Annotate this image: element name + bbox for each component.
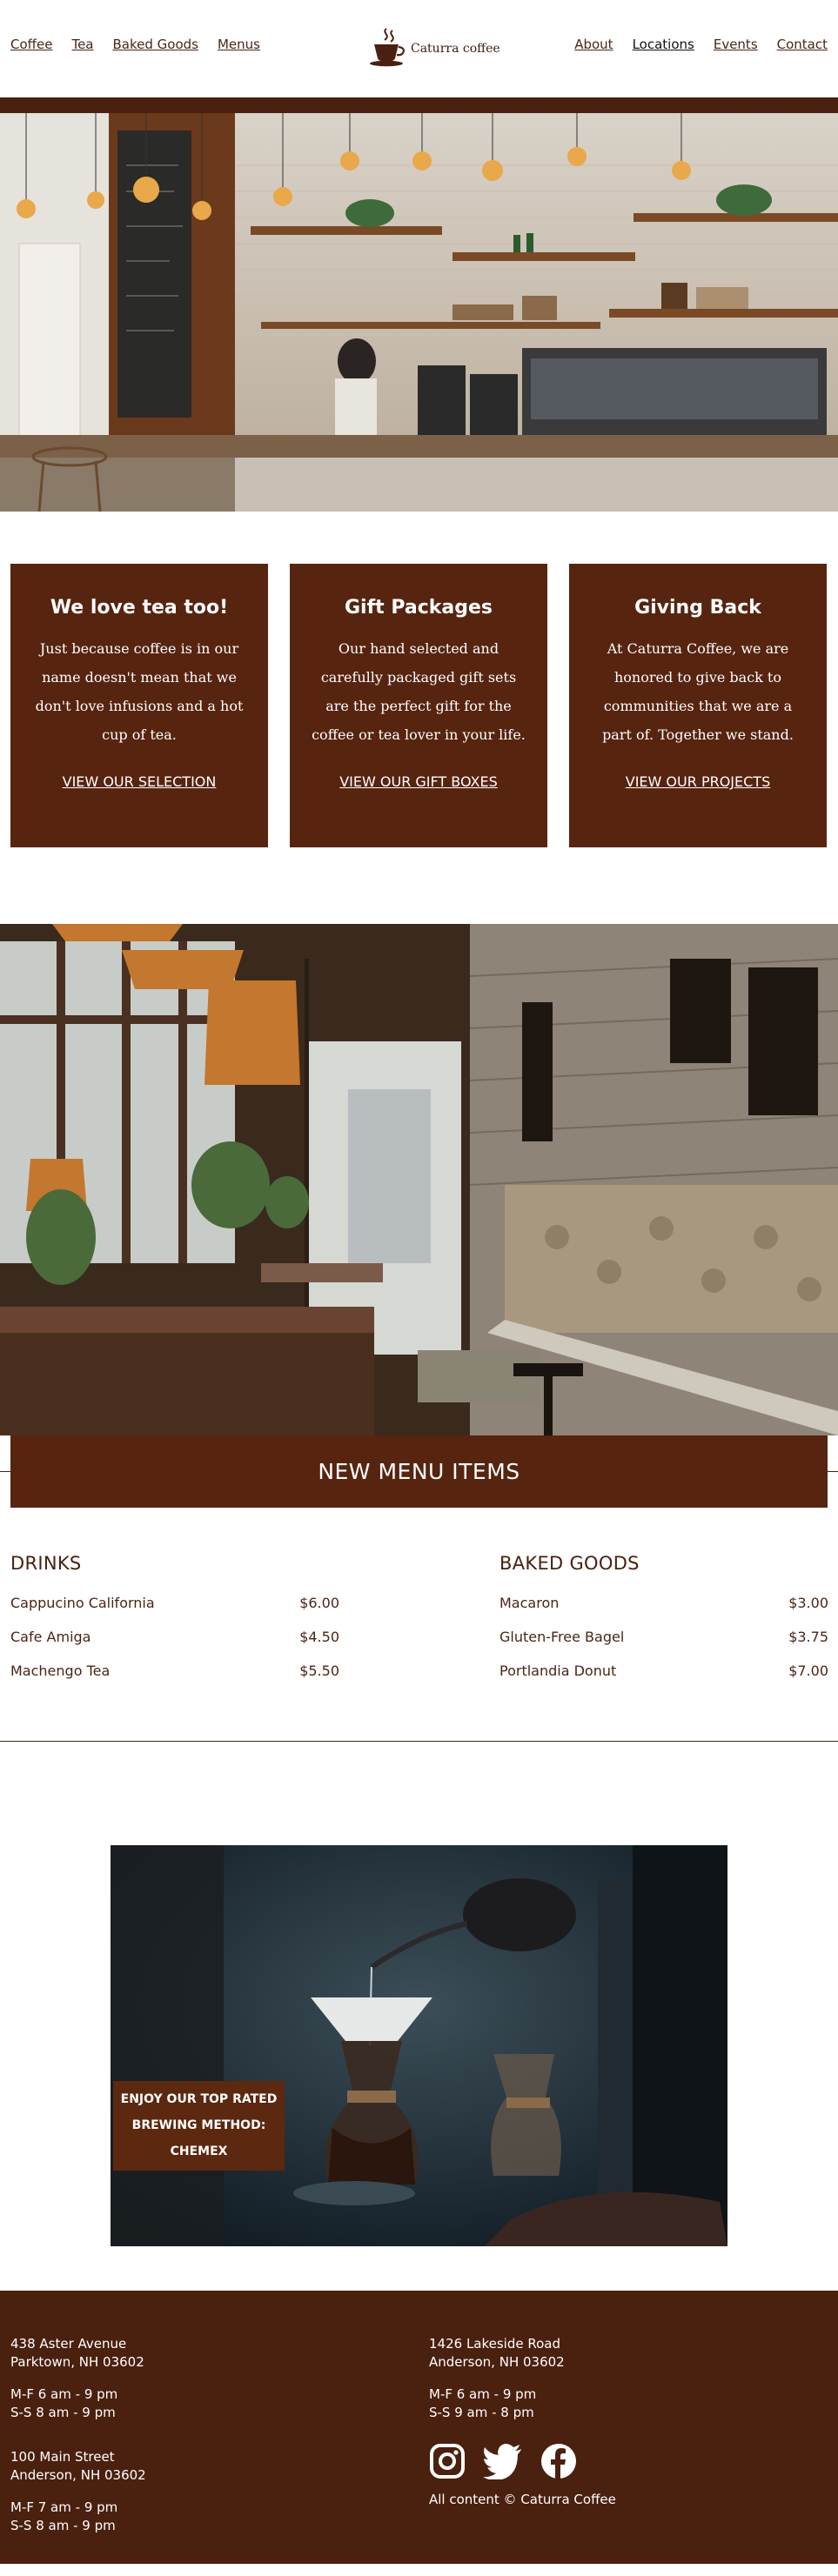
menu-item: Cappucino California $6.00	[10, 1586, 339, 1620]
card-title: Giving Back	[634, 597, 761, 619]
site-footer: 438 Aster Avenue Parktown, NH 03602 M-F …	[0, 2291, 838, 2564]
card-title: Gift Packages	[344, 597, 493, 619]
location-parktown: 438 Aster Avenue Parktown, NH 03602	[10, 2335, 146, 2372]
menu-section: NEW MENU ITEMS DRINKS Cappucino Californ…	[0, 1435, 838, 1792]
address-street: 438 Aster Avenue	[10, 2336, 127, 2352]
view-gift-boxes-link[interactable]: VIEW OUR GIFT BOXES	[290, 773, 547, 790]
hours-weekday: M-F 6 am - 9 pm	[10, 2386, 118, 2402]
hours: M-F 7 am - 9 pm S-S 8 am - 9 pm	[10, 2499, 146, 2535]
facebook-icon[interactable]	[540, 2443, 577, 2479]
nav-link-baked-goods[interactable]: Baked Goods	[113, 37, 198, 52]
card-gift-packages: Gift Packages Our hand selected and care…	[290, 564, 547, 847]
baked-goods-heading: BAKED GOODS	[499, 1553, 640, 1574]
hours-weekend: S-S 9 am - 8 pm	[429, 2405, 534, 2420]
nav-link-contact[interactable]: Contact	[777, 37, 828, 52]
social-links	[429, 2443, 616, 2479]
hours-weekday: M-F 7 am - 9 pm	[10, 2499, 118, 2515]
menu-item-name: Portlandia Donut	[499, 1663, 617, 1679]
menu-item-price: $3.00	[788, 1595, 828, 1611]
hours: M-F 6 am - 9 pm S-S 8 am - 9 pm	[10, 2385, 146, 2422]
nav-link-locations[interactable]: Locations	[633, 37, 694, 52]
menu-item-price: $5.50	[299, 1663, 339, 1679]
logo-text: Caturra coffee	[411, 42, 500, 56]
drinks-menu: DRINKS Cappucino California $6.00 Cafe A…	[10, 1553, 339, 1688]
address-city: Parktown, NH 03602	[10, 2354, 144, 2370]
location-main-street: 100 Main Street Anderson, NH 03602	[10, 2448, 146, 2485]
callout-line: ENJOY OUR TOP RATED	[120, 2092, 278, 2106]
hours-weekend: S-S 8 am - 9 pm	[10, 2405, 116, 2420]
twitter-icon[interactable]	[483, 2443, 523, 2479]
menu-item: Macaron $3.00	[499, 1586, 828, 1620]
divider	[0, 1741, 838, 1742]
address-street: 1426 Lakeside Road	[429, 2336, 561, 2352]
footer-col-right: 1426 Lakeside Road Anderson, NH 03602 M-…	[429, 2335, 616, 2507]
logo[interactable]: Caturra coffee	[364, 26, 500, 71]
menu-item: Gluten-Free Bagel $3.75	[499, 1620, 828, 1654]
menu-item-name: Cappucino California	[10, 1595, 155, 1611]
address-city: Anderson, NH 03602	[10, 2467, 146, 2483]
view-selection-link[interactable]: VIEW OUR SELECTION	[10, 773, 268, 790]
address-street: 100 Main Street	[10, 2449, 115, 2465]
cafe-interior-image	[0, 924, 838, 1435]
menu-item: Machengo Tea $5.50	[10, 1654, 339, 1688]
drinks-heading: DRINKS	[10, 1553, 82, 1574]
location-lakeside: 1426 Lakeside Road Anderson, NH 03602	[429, 2335, 616, 2372]
menu-banner: NEW MENU ITEMS	[10, 1435, 828, 1508]
address-city: Anderson, NH 03602	[429, 2354, 565, 2370]
menu-item-name: Gluten-Free Bagel	[499, 1629, 625, 1645]
menu-item-name: Machengo Tea	[10, 1663, 111, 1679]
menu-item-price: $7.00	[788, 1663, 828, 1679]
hours-weekday: M-F 6 am - 9 pm	[429, 2386, 537, 2402]
brewing-section: ENJOY OUR TOP RATED BREWING METHOD: CHEM…	[0, 1792, 838, 2291]
nav-link-about[interactable]: About	[574, 37, 613, 52]
card-title: We love tea too!	[50, 597, 229, 619]
card-text: At Caturra Coffee, we are honored to giv…	[602, 640, 794, 743]
nav-link-coffee[interactable]: Coffee	[10, 37, 52, 52]
copyright: All content © Caturra Coffee	[429, 2492, 616, 2507]
menu-item-name: Macaron	[499, 1595, 560, 1611]
coffee-cup-icon	[364, 26, 407, 71]
hero-coffee-bar-image	[0, 97, 838, 512]
nav-link-menus[interactable]: Menus	[218, 37, 260, 52]
menu-item: Cafe Amiga $4.50	[10, 1620, 339, 1654]
menu-item-name: Cafe Amiga	[10, 1629, 91, 1645]
menu-item-price: $6.00	[299, 1595, 339, 1611]
hours-weekend: S-S 8 am - 9 pm	[10, 2518, 116, 2533]
primary-nav: Coffee Tea Baked Goods Menus	[10, 37, 260, 52]
callout-line: CHEMEX	[170, 2144, 228, 2158]
callout-line: BREWING METHOD:	[131, 2118, 266, 2132]
brewing-method-callout: ENJOY OUR TOP RATED BREWING METHOD: CHEM…	[113, 2081, 285, 2171]
hours: M-F 6 am - 9 pm S-S 9 am - 8 pm	[429, 2385, 616, 2422]
card-text: Our hand selected and carefully packaged…	[312, 640, 526, 743]
menu-item-price: $3.75	[788, 1629, 828, 1645]
card-text: Just because coffee is in our name doesn…	[35, 640, 244, 743]
card-giving-back: Giving Back At Caturra Coffee, we are ho…	[569, 564, 827, 847]
feature-cards: We love tea too! Just because coffee is …	[0, 512, 838, 924]
footer-col-left: 438 Aster Avenue Parktown, NH 03602 M-F …	[10, 2335, 146, 2549]
nav-link-events[interactable]: Events	[714, 37, 758, 52]
menu-item: Portlandia Donut $7.00	[499, 1654, 828, 1688]
instagram-icon[interactable]	[429, 2443, 466, 2479]
site-header: Coffee Tea Baked Goods Menus Caturra cof…	[0, 0, 838, 97]
chemex-image: ENJOY OUR TOP RATED BREWING METHOD: CHEM…	[111, 1845, 727, 2246]
view-projects-link[interactable]: VIEW OUR PROJECTS	[569, 773, 827, 790]
secondary-nav: About Locations Events Contact	[574, 37, 828, 52]
baked-goods-menu: BAKED GOODS Macaron $3.00 Gluten-Free Ba…	[499, 1553, 828, 1688]
card-tea: We love tea too! Just because coffee is …	[10, 564, 268, 847]
nav-link-tea[interactable]: Tea	[71, 37, 93, 52]
menu-item-price: $4.50	[299, 1629, 339, 1645]
